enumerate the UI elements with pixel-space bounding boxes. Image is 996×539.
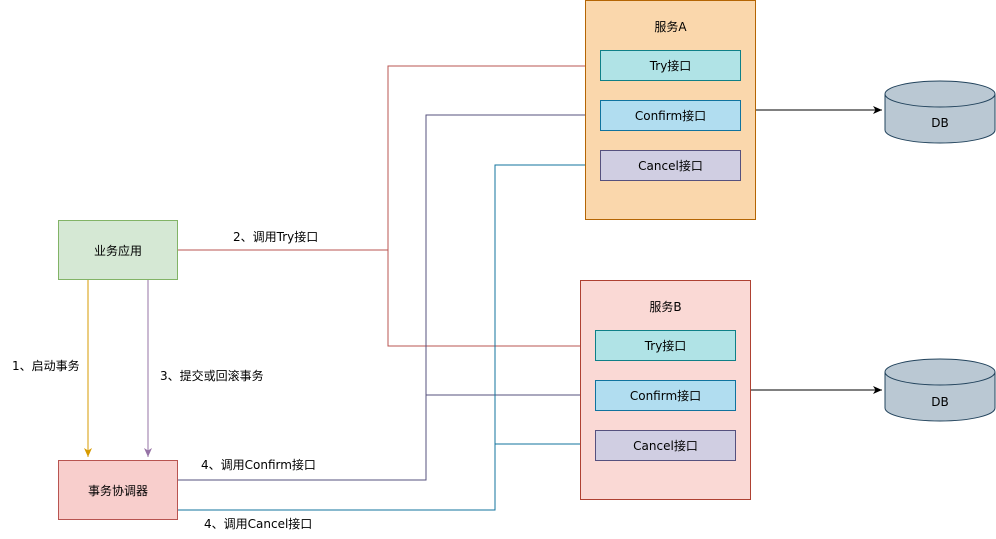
service-a-confirm-label: Confirm接口 [634, 109, 707, 123]
edge-label-commit-or-rollback: 3、提交或回滚事务 [160, 369, 264, 383]
database-b-label: DB [931, 395, 949, 409]
service-a-confirm-interface[interactable]: Confirm接口 [600, 100, 741, 131]
edge-try-to-service-b [387, 250, 592, 350]
edge-label-call-try: 2、调用Try接口 [233, 230, 319, 244]
service-a-try-label: Try接口 [649, 59, 692, 73]
business-app-label: 业务应用 [93, 243, 142, 258]
edge-label-call-cancel: 4、调用Cancel接口 [204, 517, 313, 531]
database-b[interactable]: DB [884, 358, 996, 422]
database-a-icon [884, 80, 996, 144]
business-app-node[interactable]: 业务应用 [58, 220, 178, 280]
service-b-cancel-interface[interactable]: Cancel接口 [595, 430, 736, 461]
edge-try-to-service-a [178, 62, 596, 251]
service-b-cancel-label: Cancel接口 [633, 439, 698, 453]
service-b-confirm-interface[interactable]: Confirm接口 [595, 380, 736, 411]
database-b-icon [884, 358, 996, 422]
transaction-coordinator-node[interactable]: 事务协调器 [58, 460, 178, 520]
database-a[interactable]: DB [884, 80, 996, 144]
edge-confirm-to-service-a [178, 111, 596, 481]
service-a-cancel-label: Cancel接口 [638, 159, 703, 173]
service-b-confirm-label: Confirm接口 [629, 389, 702, 403]
service-a-title: 服务A [654, 20, 687, 34]
edge-label-start-transaction: 1、启动事务 [12, 359, 80, 373]
edge-label-call-confirm: 4、调用Confirm接口 [201, 458, 316, 472]
service-b-try-label: Try接口 [644, 339, 687, 353]
service-a-cancel-interface[interactable]: Cancel接口 [600, 150, 741, 181]
service-b-try-interface[interactable]: Try接口 [595, 330, 736, 361]
transaction-coordinator-label: 事务协调器 [87, 483, 148, 498]
database-a-label: DB [931, 116, 949, 130]
service-b-title: 服务B [649, 300, 682, 314]
service-a-try-interface[interactable]: Try接口 [600, 50, 741, 81]
